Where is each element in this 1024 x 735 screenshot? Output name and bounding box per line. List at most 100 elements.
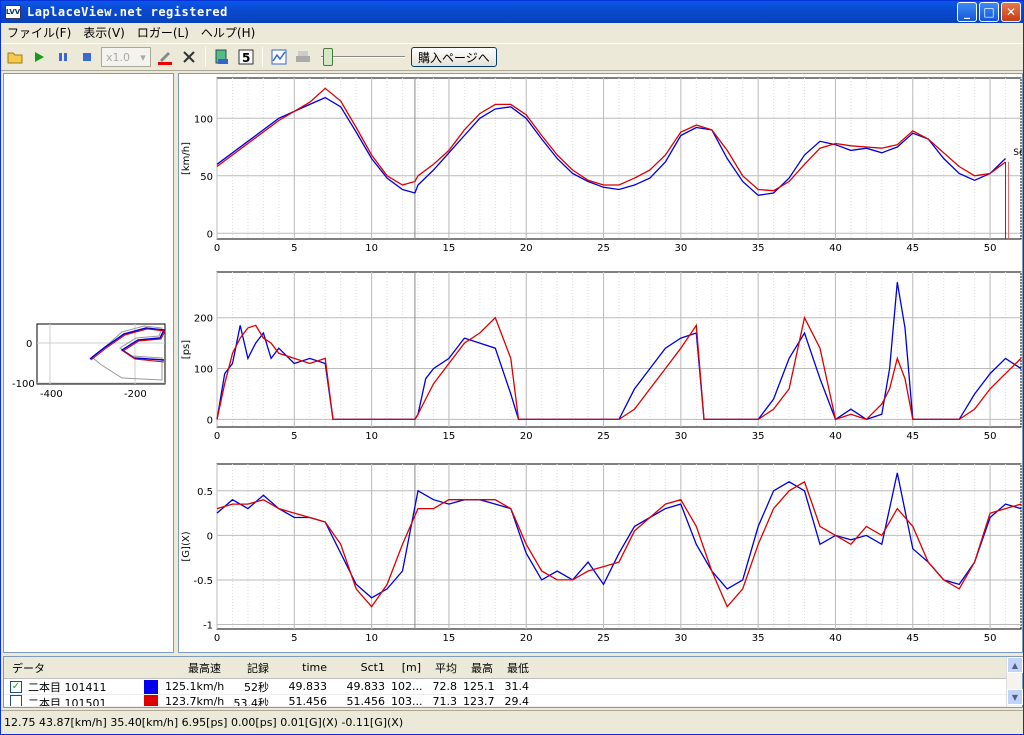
- lap-data-table: データ 最高速 記録 time Sct1 [m] 平均 最高 最低 ✓ 二本目 …: [3, 656, 1023, 708]
- y-tick-label: 100: [194, 114, 213, 125]
- open-folder-icon[interactable]: [5, 47, 25, 67]
- y-tick-label: 0: [207, 229, 213, 240]
- x-tick-label: 40: [829, 431, 842, 442]
- x-tick-label: 30: [674, 633, 687, 644]
- row-min: 31.4: [504, 680, 530, 693]
- playback-slider[interactable]: [321, 47, 405, 67]
- row-color-swatch[interactable]: [144, 695, 158, 706]
- track-map[interactable]: 0 -100 -400 -200: [4, 74, 173, 652]
- x-tick-label: 15: [443, 431, 456, 442]
- chart-panel[interactable]: 05101520253035404550050100[km/h]Sct10510…: [178, 73, 1024, 653]
- stop-icon[interactable]: [77, 47, 97, 67]
- maximize-button[interactable]: □: [979, 2, 999, 22]
- menu-bar: ファイル(F) 表示(V) ロガー(L) ヘルプ(H): [1, 23, 1023, 42]
- print-icon[interactable]: [293, 47, 313, 67]
- row-max-speed: 123.7km/h: [165, 695, 224, 707]
- row-min: 29.4: [504, 695, 530, 707]
- row-sct1: 49.833: [346, 680, 386, 693]
- scroll-up-icon[interactable]: ▲: [1007, 657, 1023, 673]
- x-tick-label: 45: [906, 633, 919, 644]
- row-checkbox[interactable]: [10, 695, 22, 706]
- chart-icon[interactable]: [269, 47, 289, 67]
- export-icon[interactable]: [212, 47, 232, 67]
- window-title: LaplaceView.net registered: [27, 5, 228, 19]
- pen-color-icon[interactable]: [155, 47, 175, 67]
- menu-help[interactable]: ヘルプ(H): [195, 24, 261, 41]
- table-row[interactable]: ✓ 二本目 101411 125.1km/h 52秒 49.833 49.833…: [4, 679, 1022, 695]
- col-max-speed[interactable]: 最高速: [162, 660, 224, 676]
- buy-page-button[interactable]: 購入ページへ: [411, 47, 497, 67]
- plot-frame: [216, 271, 1022, 428]
- x-tick-label: 20: [520, 633, 533, 644]
- col-record[interactable]: 記録: [224, 660, 272, 676]
- x-tick-label: 35: [752, 243, 765, 254]
- table-row[interactable]: 二本目 101501 123.7km/h 53.4秒 51.456 51.456…: [4, 695, 1022, 707]
- pause-icon[interactable]: [53, 47, 73, 67]
- slider-track: [321, 56, 405, 58]
- col-sct1[interactable]: Sct1: [330, 661, 388, 674]
- y-tick-label: 0.5: [197, 487, 213, 498]
- row-record: 53.4秒: [233, 697, 270, 707]
- x-tick-label: 50: [984, 431, 997, 442]
- map-y-tick: 0: [26, 339, 32, 350]
- x-tick-label: 30: [674, 431, 687, 442]
- track-map-panel: 0 -100 -400 -200: [3, 73, 174, 653]
- col-avg[interactable]: 平均: [424, 660, 460, 676]
- app-logo-icon: LVV: [5, 5, 21, 19]
- col-max[interactable]: 最高: [460, 660, 496, 676]
- row-checkbox[interactable]: ✓: [10, 680, 22, 693]
- charts-area[interactable]: 05101520253035404550050100[km/h]Sct10510…: [179, 74, 1024, 652]
- y-tick-label: 100: [194, 365, 213, 376]
- col-min[interactable]: 最低: [496, 660, 532, 676]
- x-tick-label: 20: [520, 243, 533, 254]
- y-tick-label: 50: [200, 172, 213, 183]
- col-time[interactable]: time: [272, 661, 330, 674]
- x-tick-label: 10: [365, 633, 378, 644]
- col-data[interactable]: データ: [4, 660, 140, 676]
- delete-icon[interactable]: [179, 47, 199, 67]
- row-record: 52秒: [244, 680, 269, 694]
- zoom-select[interactable]: x1.0 ▾: [101, 47, 151, 67]
- row-m: 103...: [391, 695, 423, 707]
- menu-view[interactable]: 表示(V): [77, 24, 131, 41]
- sector-label: Sct1: [1013, 148, 1022, 158]
- row-name: 二本目 101411: [28, 680, 107, 694]
- row-color-swatch[interactable]: [144, 679, 158, 694]
- x-tick-label: 45: [906, 431, 919, 442]
- minimize-button[interactable]: _: [957, 2, 977, 22]
- toolbar-separator: [205, 47, 206, 67]
- x-tick-label: 25: [597, 431, 610, 442]
- app-window: LVV LaplaceView.net registered _ □ ✕ ファイ…: [0, 0, 1024, 735]
- slider-thumb[interactable]: [323, 48, 333, 66]
- sector-5-icon[interactable]: 5: [236, 47, 256, 67]
- row-time: 49.833: [288, 680, 328, 693]
- row-avg: 71.3: [432, 695, 458, 707]
- svg-text:5: 5: [242, 51, 250, 65]
- scroll-down-icon[interactable]: ▼: [1007, 689, 1023, 705]
- menu-logger[interactable]: ロガー(L): [131, 24, 195, 41]
- row-max-speed: 125.1km/h: [165, 680, 224, 693]
- x-tick-label: 0: [214, 633, 220, 644]
- row-max: 123.7: [463, 695, 495, 707]
- x-tick-label: 50: [984, 633, 997, 644]
- title-bar[interactable]: LVV LaplaceView.net registered _ □ ✕: [1, 1, 1023, 23]
- y-tick-label: 200: [194, 314, 213, 325]
- x-tick-label: 40: [829, 243, 842, 254]
- x-tick-label: 50: [984, 243, 997, 254]
- x-tick-label: 40: [829, 633, 842, 644]
- x-tick-label: 30: [674, 243, 687, 254]
- table-scrollbar[interactable]: ▲ ▼: [1006, 657, 1023, 707]
- x-tick-label: 5: [291, 633, 297, 644]
- row-m: 102...: [391, 680, 423, 693]
- x-tick-label: 25: [597, 243, 610, 254]
- x-tick-label: 15: [443, 633, 456, 644]
- col-m[interactable]: [m]: [388, 661, 424, 674]
- x-tick-label: 10: [365, 243, 378, 254]
- row-sct1: 51.456: [346, 695, 386, 707]
- menu-file[interactable]: ファイル(F): [1, 24, 77, 41]
- play-icon[interactable]: [29, 47, 49, 67]
- close-button[interactable]: ✕: [1001, 2, 1021, 22]
- map-x-tick: -200: [124, 389, 147, 400]
- y-tick-label: -1: [203, 621, 213, 632]
- x-tick-label: 20: [520, 431, 533, 442]
